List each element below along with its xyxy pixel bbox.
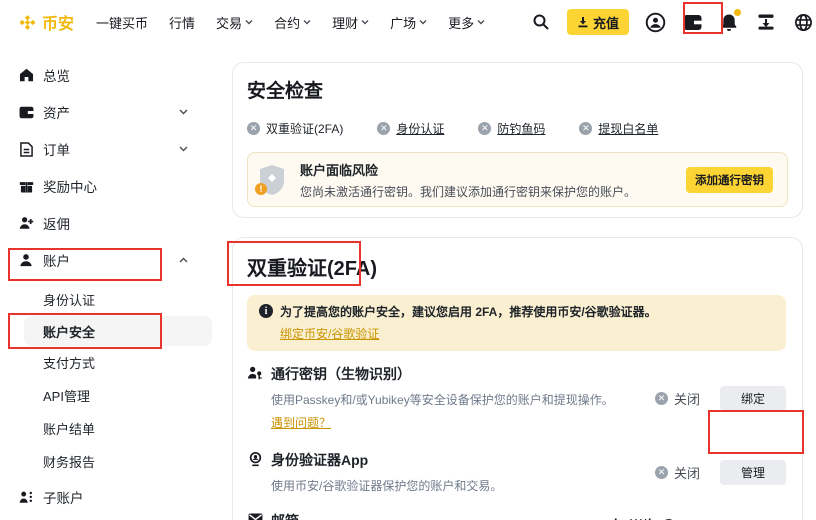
- rewards-gift-icon: [18, 179, 34, 193]
- twofa-title: 双重验证(2FA): [247, 252, 786, 281]
- binance-diamond-icon: [18, 13, 37, 32]
- passkey-row: 通行密钥（生物识别） 使用Passkey和/或Yubikey等安全设备保护您的账…: [247, 364, 786, 432]
- warning-exclamation-icon: !: [255, 183, 267, 195]
- nav-item-more[interactable]: 更多: [448, 13, 485, 32]
- passkey-person-key-icon: [247, 366, 263, 380]
- passkey-description: 使用Passkey和/或Yubikey等安全设备保护您的账户和提现操作。: [271, 391, 614, 408]
- info-icon: i: [259, 304, 273, 318]
- authenticator-app-icon: [247, 452, 263, 467]
- close-circle-icon: ✕: [655, 466, 668, 479]
- check-item-withdrawal-whitelist[interactable]: ✕ 提现白名单: [579, 120, 658, 137]
- passkey-help-link[interactable]: 遇到问题？: [271, 414, 331, 431]
- nav-item-markets[interactable]: 行情: [169, 13, 195, 32]
- authenticator-row: 身份验证器App 使用币安/谷歌验证器保护您的账户和交易。 ✕ 关闭 管理: [247, 450, 786, 494]
- account-submenu: 身份认证 账户安全 支付方式 API管理 账户结单 财务报告: [0, 283, 228, 478]
- binance-logo[interactable]: 币安: [18, 10, 74, 34]
- bind-authenticator-link[interactable]: 绑定币安/谷歌验证: [280, 325, 379, 342]
- close-circle-icon: ✕: [478, 122, 491, 135]
- close-circle-icon: ✕: [377, 122, 390, 135]
- email-title: 邮箱: [271, 511, 614, 520]
- nav-item-earn[interactable]: 理财: [332, 13, 369, 32]
- authenticator-title: 身份验证器App: [271, 450, 614, 470]
- sidebar-item-payment-methods[interactable]: 支付方式: [0, 346, 228, 379]
- account-security-page: 币安 一键买币 行情 交易 合约 理财 广场 更多: [0, 0, 816, 520]
- authenticator-status: ✕ 关闭: [614, 463, 700, 482]
- close-circle-icon: ✕: [579, 122, 592, 135]
- search-icon[interactable]: [530, 11, 552, 33]
- chevron-down-icon: [179, 109, 188, 115]
- security-check-card: 安全检查 ✕ 双重验证(2FA) ✕ 身份认证 ✕ 防钓鱼码 ✕ 提现白名单: [232, 62, 803, 218]
- check-item-identity[interactable]: ✕ 身份认证: [377, 120, 444, 137]
- deposit-icon: [577, 16, 589, 28]
- chevron-down-icon: [361, 19, 369, 25]
- twofa-card: 双重验证(2FA) i 为了提高您的账户安全，建议您启用 2FA，推荐使用币安/…: [232, 237, 803, 520]
- nav-menu: 一键买币 行情 交易 合约 理财 广场 更多: [96, 13, 485, 32]
- chevron-down-icon: [179, 146, 188, 152]
- risk-title: 账户面临风险: [300, 160, 636, 179]
- sidebar-item-referral[interactable]: 返佣: [18, 209, 216, 237]
- chevron-down-icon: [477, 19, 485, 25]
- check-item-2fa[interactable]: ✕ 双重验证(2FA): [247, 120, 343, 137]
- chevron-up-icon: [179, 257, 188, 263]
- wallet-icon[interactable]: [681, 11, 703, 33]
- nav-item-futures[interactable]: 合约: [274, 13, 311, 32]
- wallet-icon: [18, 106, 34, 119]
- sidebar-item-subaccounts[interactable]: 子账户: [18, 483, 216, 511]
- referral-person-plus-icon: [18, 216, 34, 230]
- risk-warning-banner: ! 账户面临风险 您尚未激活通行密钥。我们建议添加通行密钥来保护您的账户。 添加…: [247, 152, 788, 207]
- sidebar-item-account-security[interactable]: 账户安全: [24, 316, 212, 346]
- sidebar-item-financial-reports[interactable]: 财务报告: [0, 445, 228, 478]
- chevron-down-icon: [245, 19, 253, 25]
- profile-icon[interactable]: [644, 11, 666, 33]
- authenticator-manage-button[interactable]: 管理: [720, 460, 786, 485]
- logo-text: 币安: [42, 10, 74, 34]
- notifications-bell-icon[interactable]: [718, 11, 740, 33]
- passkey-status: ✕ 关闭: [614, 389, 700, 408]
- risk-description: 您尚未激活通行密钥。我们建议添加通行密钥来保护您的账户。: [300, 183, 636, 200]
- navbar-actions: 充值: [530, 9, 806, 35]
- deposit-button[interactable]: 充值: [567, 9, 629, 35]
- nav-item-trade[interactable]: 交易: [216, 13, 253, 32]
- orders-document-icon: [18, 142, 34, 157]
- sidebar-item-rewards[interactable]: 奖励中心: [18, 172, 216, 200]
- add-passkey-button[interactable]: 添加通行密钥: [686, 167, 773, 193]
- home-icon: [18, 68, 34, 82]
- subaccounts-people-icon: [18, 490, 34, 504]
- sidebar: 总览 资产 订单: [0, 44, 228, 520]
- notification-dot: [734, 9, 741, 16]
- chevron-down-icon: [303, 19, 311, 25]
- close-circle-icon: ✕: [655, 392, 668, 405]
- sidebar-item-orders[interactable]: 订单: [18, 135, 216, 163]
- email-row: 邮箱 使用邮箱保护您的账户与交易。 ba****ke@gmail.com 管理: [247, 511, 786, 520]
- twofa-info-banner: i 为了提高您的账户安全，建议您启用 2FA，推荐使用币安/谷歌验证器。 绑定币…: [247, 295, 786, 351]
- banner-text: 为了提高您的账户安全，建议您启用 2FA，推荐使用币安/谷歌验证器。: [280, 303, 657, 320]
- top-navbar: 币安 一键买币 行情 交易 合约 理财 广场 更多: [0, 0, 816, 44]
- email-envelope-icon: [247, 513, 263, 520]
- sidebar-item-api-management[interactable]: API管理: [0, 379, 228, 412]
- authenticator-description: 使用币安/谷歌验证器保护您的账户和交易。: [271, 477, 614, 494]
- passkey-title: 通行密钥（生物识别）: [271, 364, 614, 384]
- security-check-title: 安全检查: [247, 76, 788, 103]
- close-circle-icon: ✕: [247, 122, 260, 135]
- email-masked-value: ba****ke@gmail.com: [614, 516, 700, 520]
- sidebar-item-account-statement[interactable]: 账户结单: [0, 412, 228, 445]
- language-globe-icon[interactable]: [792, 11, 814, 33]
- passkey-bind-button[interactable]: 绑定: [720, 386, 786, 411]
- check-item-antiphishing[interactable]: ✕ 防钓鱼码: [478, 120, 545, 137]
- nav-item-square[interactable]: 广场: [390, 13, 427, 32]
- download-app-icon[interactable]: [755, 11, 777, 33]
- security-checklist: ✕ 双重验证(2FA) ✕ 身份认证 ✕ 防钓鱼码 ✕ 提现白名单: [247, 120, 788, 137]
- chevron-down-icon: [419, 19, 427, 25]
- sidebar-item-account[interactable]: 账户: [18, 246, 216, 274]
- account-person-icon: [18, 253, 34, 267]
- sidebar-item-identity-verification[interactable]: 身份认证: [0, 283, 228, 316]
- nav-item-buy-crypto[interactable]: 一键买币: [96, 13, 148, 32]
- sidebar-item-overview[interactable]: 总览: [18, 61, 216, 89]
- sidebar-item-assets[interactable]: 资产: [18, 98, 216, 126]
- shield-key-icon: !: [258, 164, 288, 196]
